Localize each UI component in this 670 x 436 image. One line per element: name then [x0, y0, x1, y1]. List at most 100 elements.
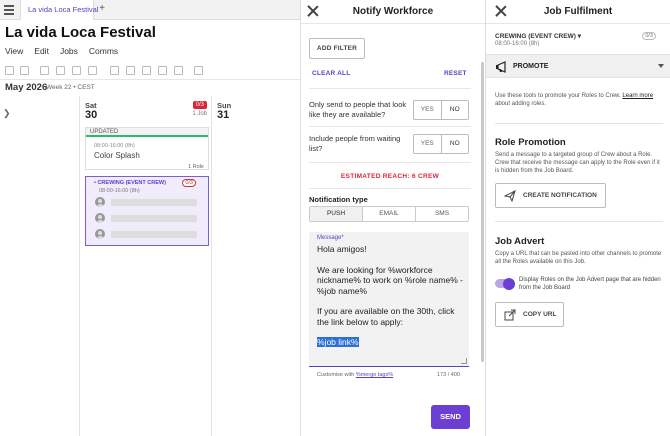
external-link-icon: [504, 309, 516, 321]
job-count: 1 Job: [192, 111, 207, 117]
merge-tags-link[interactable]: %merge tags%: [356, 372, 393, 378]
tab-festival[interactable]: La vida Loca Festival: [20, 0, 98, 20]
notification-type-label: Notification type: [309, 195, 368, 204]
reset-link[interactable]: RESET: [444, 70, 467, 77]
day-column-sun: Sun 31: [212, 96, 300, 436]
duplicate-icon[interactable]: [40, 66, 49, 75]
message-text[interactable]: Hola amigos! We are looking for %workfor…: [317, 244, 465, 358]
selected-merge-tag: %job link%: [317, 337, 359, 347]
add-icon[interactable]: [110, 66, 119, 75]
job-advert-description: Copy a URL that can be pasted into other…: [495, 251, 662, 265]
display-hidden-roles-toggle[interactable]: [495, 277, 515, 290]
promote-help-text: Use these tools to promote your Roles to…: [495, 92, 663, 108]
fill-badge: 0/3: [192, 101, 207, 109]
help-suffix: about adding roles.: [495, 101, 547, 107]
menu-jobs[interactable]: Jobs: [60, 46, 78, 56]
merge-tags-hint: Customise with %merge tags%: [317, 372, 393, 378]
divider: [309, 188, 471, 189]
avatar-icon: [95, 213, 105, 223]
job-time: 08:00-16:00 (8h): [94, 143, 135, 149]
crew-slot[interactable]: [95, 213, 197, 224]
no-option[interactable]: NO: [440, 135, 468, 153]
avatar-icon: [95, 197, 105, 207]
message-paragraph: We are looking for %workforce nickname% …: [317, 264, 463, 296]
add-filter-button[interactable]: ADD FILTER: [309, 38, 365, 59]
assign-icon[interactable]: [174, 66, 183, 75]
role-promotion-heading: Role Promotion: [495, 137, 566, 148]
delete-icon[interactable]: [56, 66, 65, 75]
message-field[interactable]: Message* Hola amigos! We are looking for…: [309, 232, 469, 367]
resize-handle-icon[interactable]: [461, 358, 467, 364]
message-label: Message*: [317, 235, 344, 241]
panel-title: Job Fulfilment: [543, 6, 613, 17]
clear-all-link[interactable]: CLEAR ALL: [312, 70, 350, 77]
move-icon[interactable]: [88, 66, 97, 75]
copy-url-button[interactable]: COPY URL: [495, 302, 564, 327]
tab-email[interactable]: EMAIL: [362, 207, 415, 221]
role-selector[interactable]: CREWING (EVENT CREW) ▾: [495, 32, 581, 40]
day-column-sat: Sat 30 0/3 1 Job UPDATED 08:00-16:00 (8h…: [80, 96, 212, 436]
job-roles: 1 Role: [188, 164, 204, 170]
tab-sms[interactable]: SMS: [415, 207, 468, 221]
message-paragraph: If you are available on the 30th, click …: [317, 306, 455, 327]
divider: [309, 162, 471, 163]
day-number: 31: [217, 109, 230, 121]
job-card[interactable]: UPDATED 08:00-16:00 (8h) Color Splash 1 …: [85, 127, 209, 170]
notification-type-selector: PUSH EMAIL SMS: [309, 206, 469, 222]
crew-slot[interactable]: [95, 197, 197, 208]
browser-tabbar: La vida Loca Festival +: [0, 0, 300, 20]
caret-down-icon: ▾: [577, 33, 581, 40]
panel-header: Job Fulfilment: [486, 0, 670, 24]
day-number: 30: [85, 109, 98, 121]
cut-icon[interactable]: [72, 66, 81, 75]
send-button[interactable]: SEND: [431, 405, 470, 429]
toolbar: [0, 62, 300, 80]
waiting-list-yes-no[interactable]: YES NO: [413, 134, 469, 154]
period-header: May 2026 Week 22 • CEST: [0, 80, 300, 96]
new-tab-button[interactable]: +: [96, 3, 108, 14]
menu-view[interactable]: View: [5, 46, 23, 56]
tab-push[interactable]: PUSH: [310, 207, 362, 221]
week-label: Week 22 • CEST: [46, 84, 95, 91]
scrollbar[interactable]: [481, 62, 484, 362]
available-question: Only send to people that look like they …: [309, 100, 407, 119]
slot-placeholder: [111, 215, 197, 222]
divider: [495, 123, 663, 124]
calendar-icon[interactable]: [194, 66, 203, 75]
menu-edit[interactable]: Edit: [34, 46, 49, 56]
role-fill-badge: 0/3: [182, 179, 196, 187]
copy-icon[interactable]: [5, 66, 14, 75]
available-yes-no[interactable]: YES NO: [413, 100, 469, 120]
job-fulfilment-panel: Job Fulfilment CREWING (EVENT CREW) ▾ 08…: [486, 0, 670, 436]
promote-label: PROMOTE: [513, 63, 549, 70]
merge-tags-prefix: Customise with: [317, 372, 356, 378]
paste-icon[interactable]: [20, 66, 29, 75]
message-greeting: Hola amigos!: [317, 244, 367, 254]
page-title: La vida Loca Festival: [5, 24, 156, 41]
role-card[interactable]: • CREWING (EVENT CREW) 0/3 08:00-16:00 (…: [85, 176, 209, 246]
toggle-label: Display Roles on the Job Advert page tha…: [519, 277, 661, 291]
role-title: • CREWING (EVENT CREW): [94, 180, 166, 186]
link-icon[interactable]: [158, 66, 167, 75]
learn-more-link[interactable]: Learn more: [622, 93, 653, 99]
hamburger-icon[interactable]: [4, 5, 14, 15]
slot-placeholder: [111, 199, 197, 206]
caret-down-icon: [658, 64, 664, 68]
yes-option[interactable]: YES: [414, 135, 441, 153]
edit-icon[interactable]: [142, 66, 151, 75]
divider: [309, 126, 471, 127]
crew-slot[interactable]: [95, 229, 197, 240]
menu-comms[interactable]: Comms: [89, 46, 118, 56]
split-icon[interactable]: [126, 66, 135, 75]
create-notification-label: CREATE NOTIFICATION: [523, 192, 597, 199]
job-advert-heading: Job Advert: [495, 236, 545, 247]
promote-dropdown[interactable]: PROMOTE: [486, 54, 670, 78]
role-name: CREWING (EVENT CREW): [495, 33, 576, 40]
no-option[interactable]: NO: [440, 101, 468, 119]
create-notification-button[interactable]: CREATE NOTIFICATION: [495, 183, 606, 208]
chevron-down-icon[interactable]: ❯: [3, 108, 11, 119]
month-label[interactable]: May 2026: [5, 82, 47, 93]
yes-option[interactable]: YES: [414, 101, 441, 119]
role-fill-count: 0/3: [642, 32, 656, 40]
estimated-reach: ESTIMATED REACH: 6 CREW: [340, 173, 440, 180]
